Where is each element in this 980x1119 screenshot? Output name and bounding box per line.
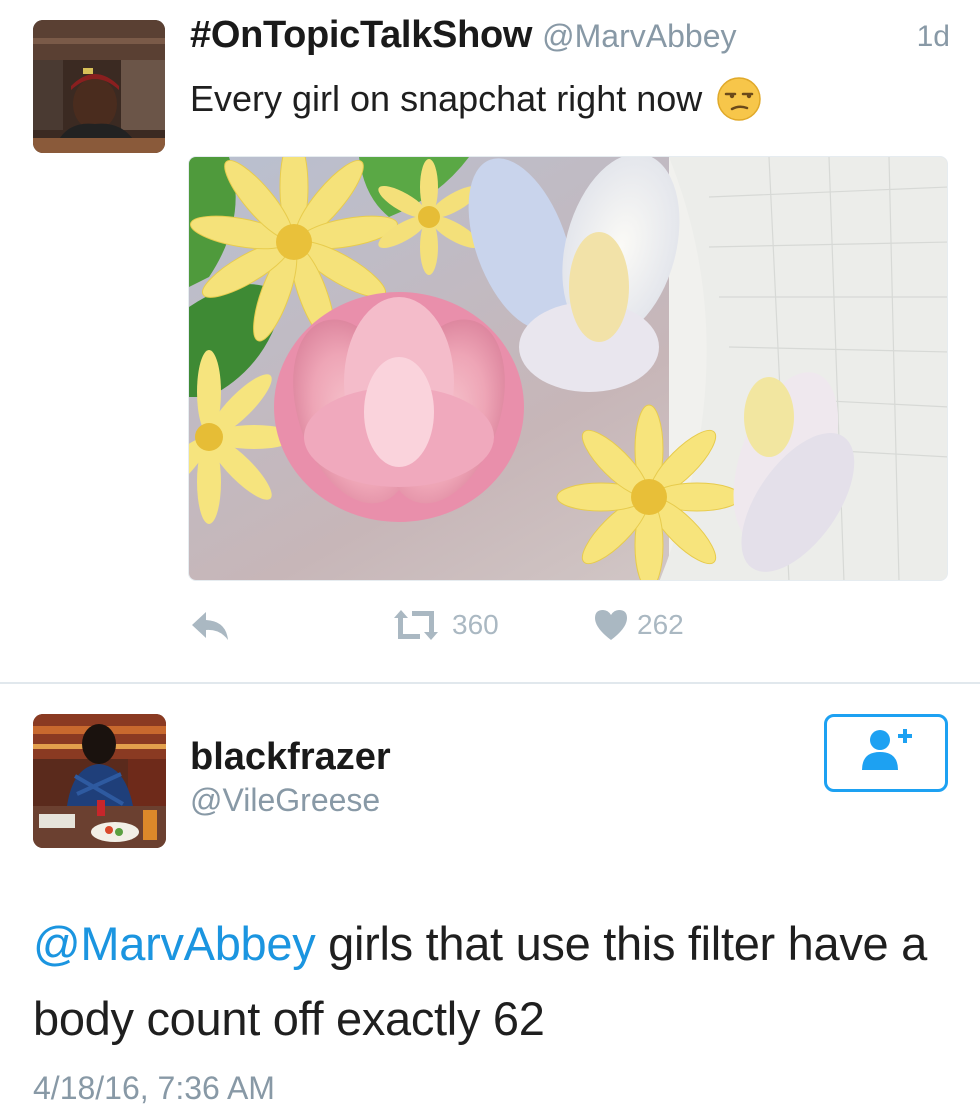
author-name[interactable]: #OnTopicTalkShow	[190, 14, 532, 56]
reply-timestamp: 4/18/16, 7:36 AM	[33, 1070, 275, 1106]
retweet-count: 360	[452, 609, 499, 640]
reply-author-handle[interactable]: @VileGreese	[190, 782, 380, 819]
avatar[interactable]	[33, 20, 165, 153]
tweet-text-content: Every girl on snapchat right now	[190, 78, 703, 119]
retweet-icon	[388, 608, 444, 642]
like-button[interactable]: 262	[593, 608, 684, 642]
retweet-button[interactable]: 360	[388, 608, 499, 642]
heart-icon	[593, 608, 629, 642]
tweet-header: #OnTopicTalkShow @MarvAbbey 1d	[190, 14, 950, 62]
tweet-actions: 360 262	[188, 608, 788, 660]
author-handle[interactable]: @MarvAbbey	[542, 18, 736, 54]
avatar[interactable]	[33, 714, 166, 848]
add-user-icon	[858, 728, 914, 779]
tweet-timestamp[interactable]: 1d	[917, 20, 950, 54]
like-count: 262	[637, 609, 684, 640]
tweet-text: Every girl on snapchat right now	[190, 76, 762, 122]
unamused-face-icon	[716, 76, 762, 122]
tweet-media-photo[interactable]	[188, 156, 948, 581]
original-tweet[interactable]: #OnTopicTalkShow @MarvAbbey 1d Every girl…	[0, 0, 980, 683]
reply-author-name[interactable]: blackfrazer	[190, 736, 391, 779]
reply-icon	[188, 608, 234, 642]
reply-text: @MarvAbbey girls that use this filter ha…	[33, 906, 953, 1056]
reply-button[interactable]	[188, 608, 234, 642]
follow-button[interactable]	[824, 714, 948, 792]
mention-link[interactable]: @MarvAbbey	[33, 917, 316, 970]
divider	[0, 682, 980, 684]
